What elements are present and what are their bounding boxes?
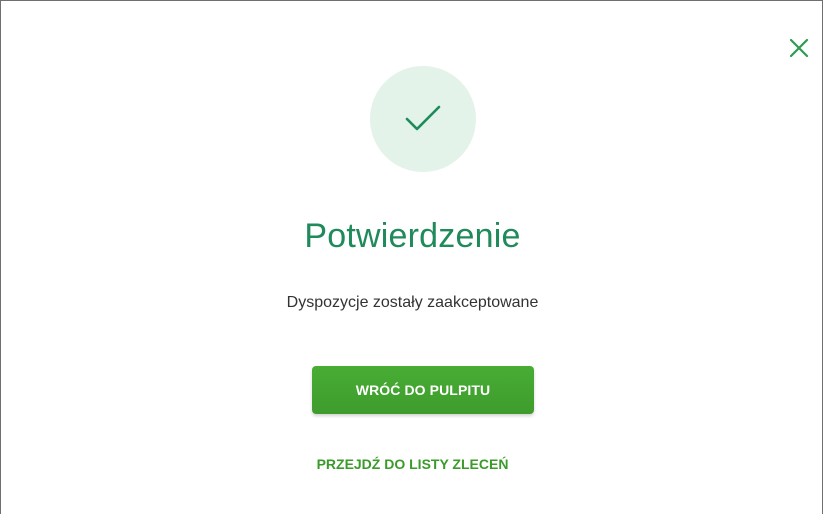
dialog-title: Potwierdzenie [304, 217, 521, 255]
confirmation-dialog: Potwierdzenie Dyspozycje zostały zaakcep… [0, 0, 823, 514]
back-to-dashboard-label: WRÓĆ DO PULPITU [355, 382, 491, 398]
close-button[interactable] [786, 35, 812, 61]
go-to-orders-list-link[interactable]: PRZEJDŹ DO LISTY ZLECEŃ [1, 456, 823, 472]
back-to-dashboard-button[interactable]: WRÓĆ DO PULPITU [312, 366, 534, 414]
confirmation-message: Dyspozycje zostały zaakceptowane [286, 294, 539, 311]
success-indicator [370, 66, 476, 172]
close-icon [786, 35, 812, 61]
